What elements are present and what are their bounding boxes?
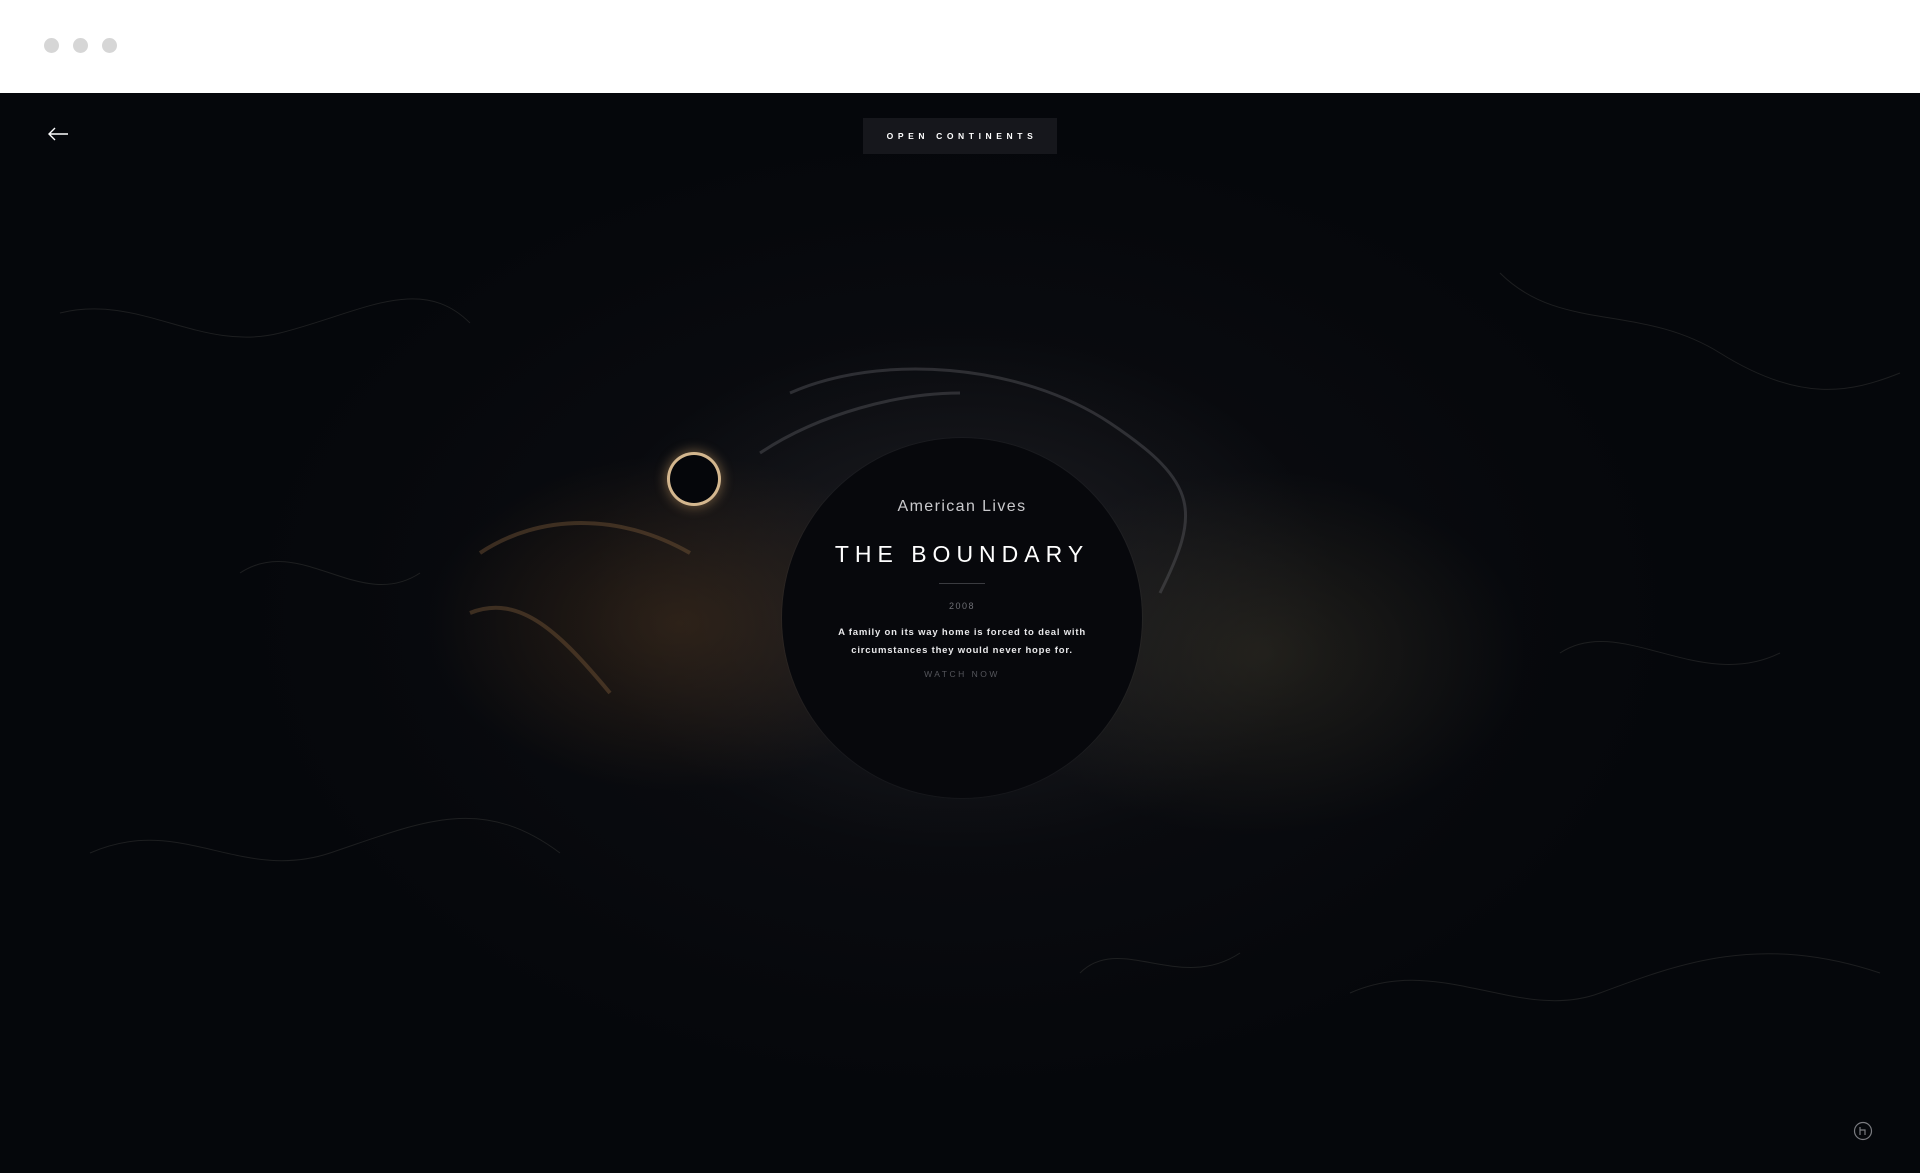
title-divider [939,583,985,584]
page-viewport: OPEN CONTINENTS American Lives THE BOUND… [0,93,1920,1173]
circle-logo-icon [1853,1121,1873,1141]
film-year: 2008 [948,601,976,611]
browser-chrome [0,0,1920,93]
corner-badge-button[interactable] [1853,1121,1873,1141]
watch-now-link[interactable]: WATCH NOW [902,669,1022,679]
film-description: A family on its way home is forced to de… [838,627,1086,656]
story-card: American Lives THE BOUNDARY 2008 A famil… [782,438,1142,798]
window-controls [44,38,117,53]
minimize-window-dot[interactable] [73,38,88,53]
back-button[interactable] [46,121,72,147]
close-window-dot[interactable] [44,38,59,53]
maximize-window-dot[interactable] [102,38,117,53]
film-title: THE BOUNDARY [834,541,1090,567]
arrow-left-icon [48,127,68,141]
glowing-ring-marker[interactable] [670,455,718,503]
series-title: American Lives [897,498,1027,515]
open-continents-button[interactable]: OPEN CONTINENTS [863,118,1057,154]
